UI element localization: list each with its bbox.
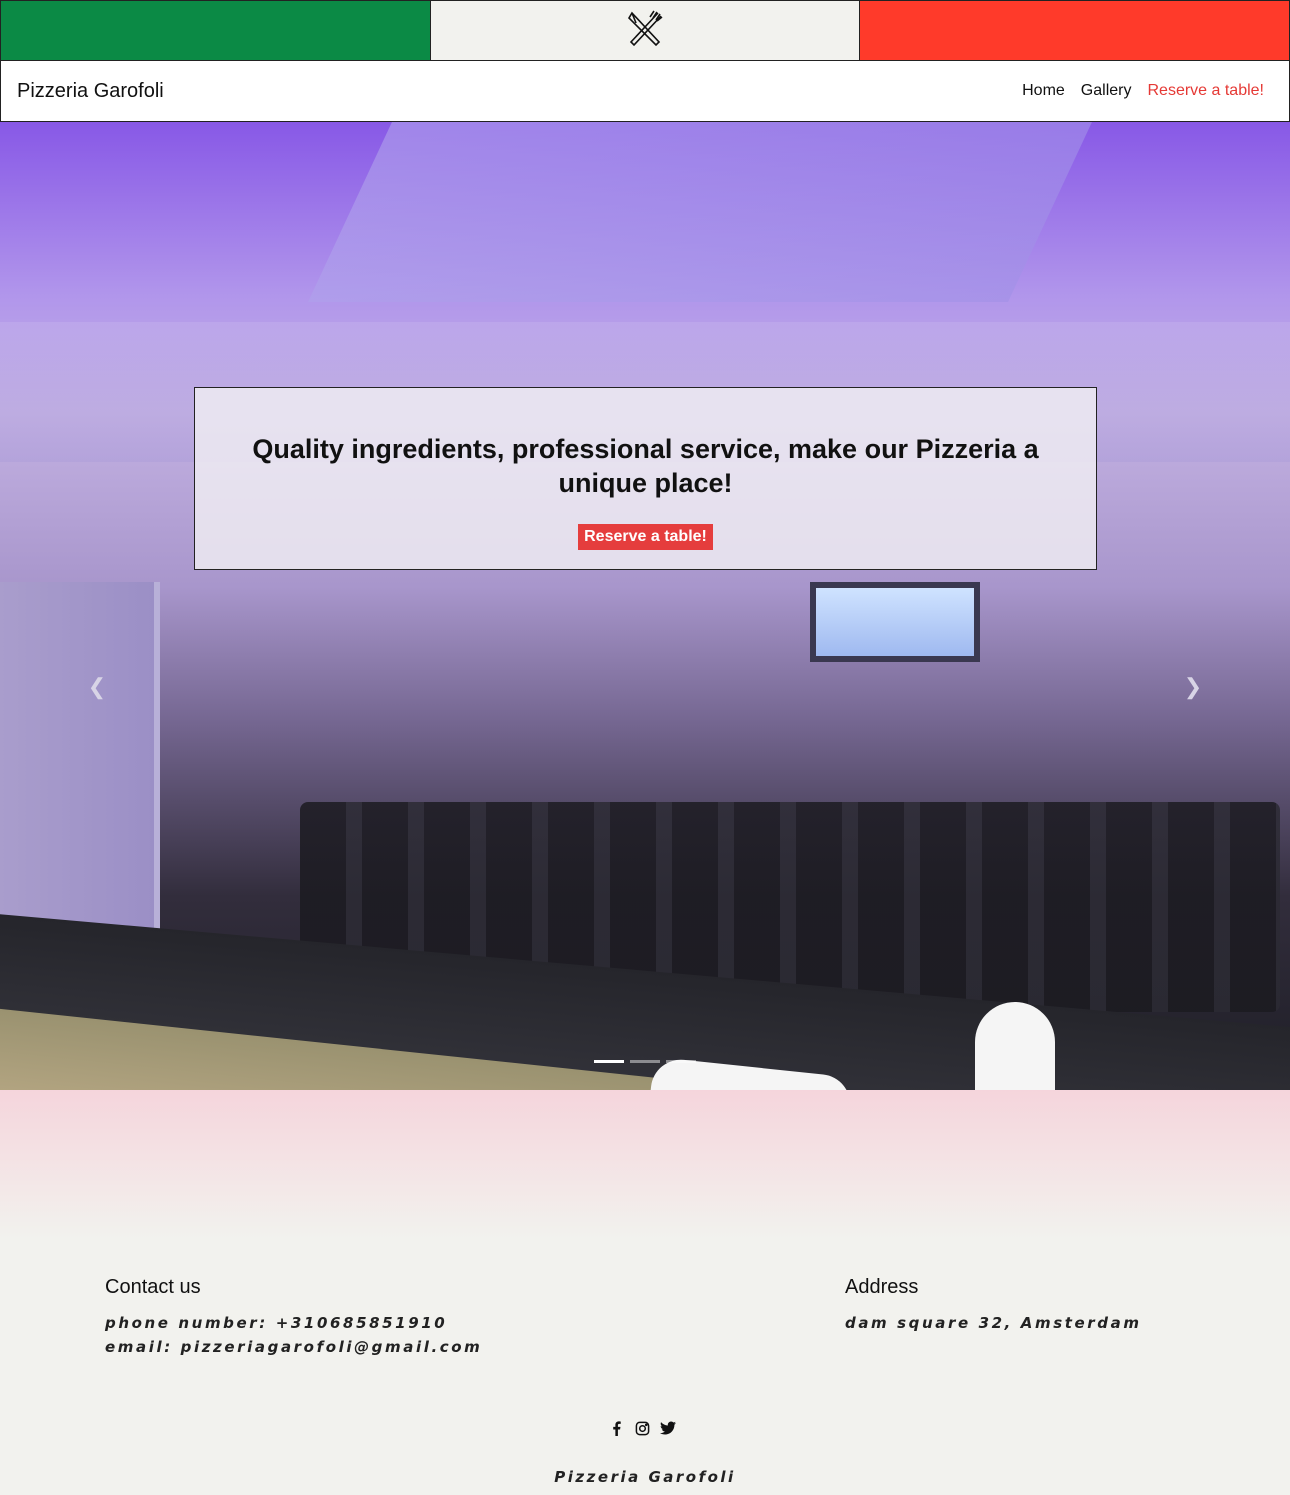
contact-heading: Contact us (105, 1276, 201, 1298)
flag-white-stripe (430, 0, 860, 61)
contact-email: email: pizzeriagarofoli@gmail.com (105, 1338, 483, 1356)
carousel-indicator-3[interactable] (666, 1060, 696, 1063)
carousel-indicators (594, 1060, 696, 1063)
reserve-table-button[interactable]: Reserve a table! (578, 524, 713, 550)
nav-home[interactable]: Home (1014, 82, 1073, 100)
nav-menu: Home Gallery Reserve a table! (1014, 82, 1273, 100)
flag-green-stripe (0, 0, 431, 61)
carousel-next-button[interactable]: ❯ (1178, 672, 1208, 702)
contact-section: Contact us phone number: +310685851910 e… (105, 1276, 482, 1359)
hero-headline: Quality ingredients, professional servic… (252, 434, 1039, 498)
section-divider (0, 1090, 1290, 1240)
footer-brand: Pizzeria Garofoli (554, 1468, 736, 1486)
brand-link[interactable]: Pizzeria Garofoli (17, 80, 164, 103)
carousel-prev-button[interactable]: ❮ (82, 672, 112, 702)
hero-image-tv (810, 582, 980, 662)
chevron-right-icon: ❯ (1183, 674, 1203, 699)
flag-red-stripe (859, 0, 1290, 61)
address-heading: Address (845, 1276, 919, 1298)
footer: Contact us phone number: +310685851910 e… (0, 1240, 1290, 1495)
nav-reserve[interactable]: Reserve a table! (1139, 82, 1273, 100)
social-links (608, 1420, 676, 1436)
cutlery-icon (626, 9, 664, 52)
flag-banner (0, 0, 1290, 61)
hero-image-ceiling-panel (308, 122, 1092, 302)
carousel-indicator-1[interactable] (594, 1060, 624, 1063)
navbar: Pizzeria Garofoli Home Gallery Reserve a… (0, 61, 1290, 122)
hero-caption: Quality ingredients, professional servic… (194, 387, 1097, 570)
nav-gallery[interactable]: Gallery (1073, 82, 1140, 100)
hero-carousel: Quality ingredients, professional servic… (0, 122, 1290, 1090)
instagram-icon[interactable] (634, 1420, 650, 1436)
carousel-indicator-2[interactable] (630, 1060, 660, 1063)
address-line: dam square 32, Amsterdam (845, 1314, 1142, 1332)
chevron-left-icon: ❮ (87, 674, 107, 699)
contact-phone: phone number: +310685851910 (105, 1314, 448, 1332)
address-section: Address dam square 32, Amsterdam (845, 1276, 1142, 1335)
twitter-icon[interactable] (660, 1420, 676, 1436)
hero-image-chef-figurine (975, 1002, 1055, 1090)
facebook-icon[interactable] (608, 1420, 624, 1436)
